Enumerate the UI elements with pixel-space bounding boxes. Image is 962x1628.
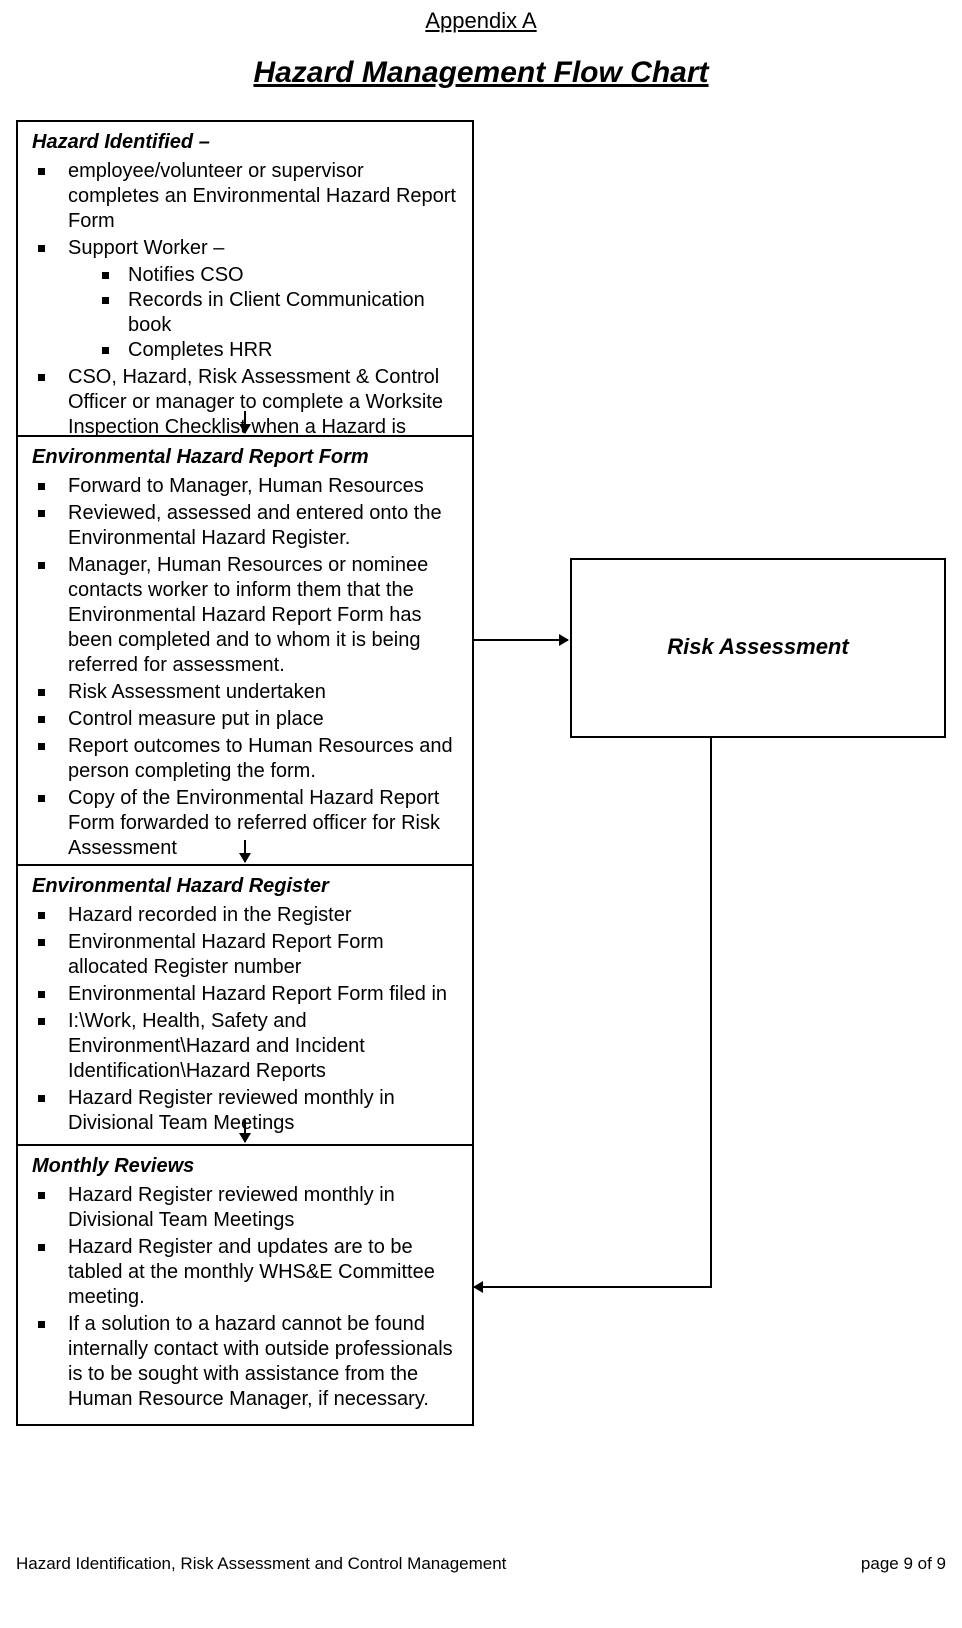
- list-item: Control measure put in place: [32, 707, 458, 732]
- list-item: Reviewed, assessed and entered onto the …: [32, 501, 458, 551]
- footer-left: Hazard Identification, Risk Assessment a…: [16, 1554, 506, 1574]
- page-title: Hazard Management Flow Chart: [16, 56, 946, 90]
- flowchart-canvas: Hazard Identified – employee/volunteer o…: [16, 120, 946, 1500]
- list-item: Risk Assessment undertaken: [32, 680, 458, 705]
- box-monthly-reviews: Monthly Reviews Hazard Register reviewed…: [16, 1144, 474, 1426]
- box-title: Monthly Reviews: [32, 1154, 458, 1179]
- list-item: employee/volunteer or supervisor complet…: [32, 159, 458, 234]
- list-item: Completes HRR: [68, 338, 458, 363]
- list-item: Environmental Hazard Report Form allocat…: [32, 930, 458, 980]
- arrow-down-icon: [244, 840, 246, 862]
- box-title: Environmental Hazard Register: [32, 874, 458, 899]
- sub-bullet-list: Notifies CSO Records in Client Communica…: [68, 263, 458, 363]
- arrow-down-icon: [244, 411, 246, 433]
- box-title: Hazard Identified –: [32, 130, 458, 155]
- arrow-left-icon: [474, 1286, 712, 1288]
- bullet-list: Forward to Manager, Human Resources Revi…: [32, 474, 458, 861]
- box-ehrf: Environmental Hazard Report Form Forward…: [16, 435, 474, 875]
- list-item-text: Support Worker –: [68, 237, 224, 259]
- list-item: Forward to Manager, Human Resources: [32, 474, 458, 499]
- document-page: Appendix A Hazard Management Flow Chart …: [0, 0, 962, 1628]
- list-item: If a solution to a hazard cannot be foun…: [32, 1312, 458, 1412]
- list-item: Hazard Register reviewed monthly in Divi…: [32, 1183, 458, 1233]
- list-item: Support Worker – Notifies CSO Records in…: [32, 236, 458, 363]
- bullet-list: Hazard recorded in the Register Environm…: [32, 903, 458, 1136]
- box-risk-assessment: Risk Assessment: [570, 558, 946, 738]
- footer-right: page 9 of 9: [861, 1554, 946, 1574]
- list-item: Hazard recorded in the Register: [32, 903, 458, 928]
- appendix-label: Appendix A: [16, 8, 946, 34]
- list-item: Environmental Hazard Report Form filed i…: [32, 982, 458, 1007]
- list-item: Notifies CSO: [68, 263, 458, 288]
- list-item: Manager, Human Resources or nominee cont…: [32, 553, 458, 678]
- box-title: Risk Assessment: [667, 633, 848, 661]
- page-footer: Hazard Identification, Risk Assessment a…: [16, 1554, 946, 1574]
- box-ehr: Environmental Hazard Register Hazard rec…: [16, 864, 474, 1150]
- arrow-right-icon: [474, 639, 568, 641]
- list-item: Hazard Register and updates are to be ta…: [32, 1235, 458, 1310]
- connector-line: [710, 738, 712, 1288]
- box-title: Environmental Hazard Report Form: [32, 445, 458, 470]
- bullet-list: Hazard Register reviewed monthly in Divi…: [32, 1183, 458, 1412]
- list-item: Report outcomes to Human Resources and p…: [32, 734, 458, 784]
- list-item: Records in Client Communication book: [68, 288, 458, 338]
- list-item: I:\Work, Health, Safety and Environment\…: [32, 1009, 458, 1084]
- arrow-down-icon: [244, 1120, 246, 1142]
